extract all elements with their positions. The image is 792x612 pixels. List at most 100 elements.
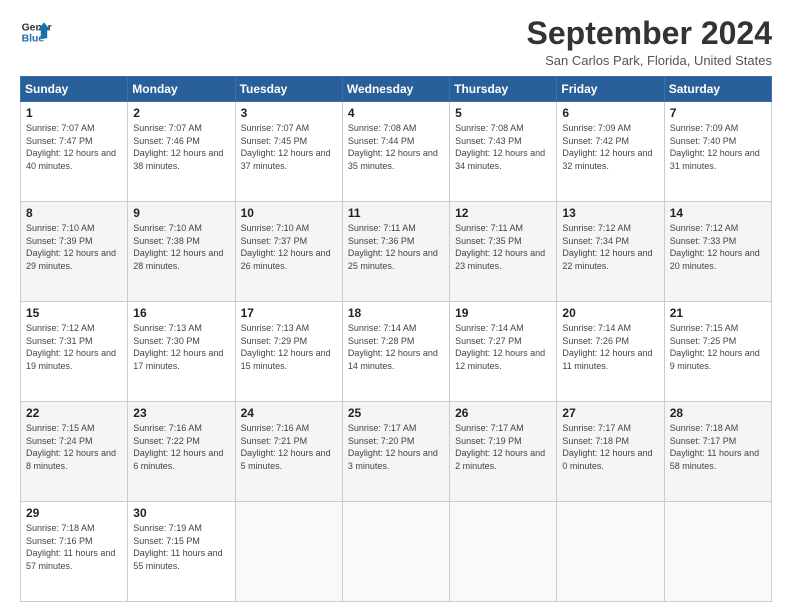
day-info: Sunrise: 7:14 AMSunset: 7:26 PMDaylight:…	[562, 323, 652, 371]
day-info: Sunrise: 7:07 AMSunset: 7:46 PMDaylight:…	[133, 123, 223, 171]
table-row: 19 Sunrise: 7:14 AMSunset: 7:27 PMDaylig…	[450, 302, 557, 402]
table-row: 8 Sunrise: 7:10 AMSunset: 7:39 PMDayligh…	[21, 202, 128, 302]
table-row: 7 Sunrise: 7:09 AMSunset: 7:40 PMDayligh…	[664, 102, 771, 202]
day-info: Sunrise: 7:16 AMSunset: 7:21 PMDaylight:…	[241, 423, 331, 471]
table-row	[342, 502, 449, 602]
table-row: 14 Sunrise: 7:12 AMSunset: 7:33 PMDaylig…	[664, 202, 771, 302]
calendar-week-row: 1 Sunrise: 7:07 AMSunset: 7:47 PMDayligh…	[21, 102, 772, 202]
day-number: 26	[455, 406, 551, 420]
calendar-header-row: Sunday Monday Tuesday Wednesday Thursday…	[21, 77, 772, 102]
day-info: Sunrise: 7:17 AMSunset: 7:20 PMDaylight:…	[348, 423, 438, 471]
table-row: 5 Sunrise: 7:08 AMSunset: 7:43 PMDayligh…	[450, 102, 557, 202]
day-number: 17	[241, 306, 337, 320]
day-number: 23	[133, 406, 229, 420]
calendar-week-row: 15 Sunrise: 7:12 AMSunset: 7:31 PMDaylig…	[21, 302, 772, 402]
day-number: 4	[348, 106, 444, 120]
day-info: Sunrise: 7:16 AMSunset: 7:22 PMDaylight:…	[133, 423, 223, 471]
table-row: 25 Sunrise: 7:17 AMSunset: 7:20 PMDaylig…	[342, 402, 449, 502]
day-info: Sunrise: 7:10 AMSunset: 7:37 PMDaylight:…	[241, 223, 331, 271]
location: San Carlos Park, Florida, United States	[527, 53, 772, 68]
day-info: Sunrise: 7:11 AMSunset: 7:35 PMDaylight:…	[455, 223, 545, 271]
col-tuesday: Tuesday	[235, 77, 342, 102]
day-info: Sunrise: 7:07 AMSunset: 7:45 PMDaylight:…	[241, 123, 331, 171]
calendar-week-row: 22 Sunrise: 7:15 AMSunset: 7:24 PMDaylig…	[21, 402, 772, 502]
day-number: 14	[670, 206, 766, 220]
table-row: 17 Sunrise: 7:13 AMSunset: 7:29 PMDaylig…	[235, 302, 342, 402]
table-row: 26 Sunrise: 7:17 AMSunset: 7:19 PMDaylig…	[450, 402, 557, 502]
day-info: Sunrise: 7:11 AMSunset: 7:36 PMDaylight:…	[348, 223, 438, 271]
table-row: 2 Sunrise: 7:07 AMSunset: 7:46 PMDayligh…	[128, 102, 235, 202]
day-number: 25	[348, 406, 444, 420]
calendar-table: Sunday Monday Tuesday Wednesday Thursday…	[20, 76, 772, 602]
table-row: 16 Sunrise: 7:13 AMSunset: 7:30 PMDaylig…	[128, 302, 235, 402]
day-number: 15	[26, 306, 122, 320]
table-row: 4 Sunrise: 7:08 AMSunset: 7:44 PMDayligh…	[342, 102, 449, 202]
table-row: 22 Sunrise: 7:15 AMSunset: 7:24 PMDaylig…	[21, 402, 128, 502]
table-row	[557, 502, 664, 602]
table-row: 3 Sunrise: 7:07 AMSunset: 7:45 PMDayligh…	[235, 102, 342, 202]
day-info: Sunrise: 7:14 AMSunset: 7:27 PMDaylight:…	[455, 323, 545, 371]
day-number: 16	[133, 306, 229, 320]
col-monday: Monday	[128, 77, 235, 102]
day-number: 21	[670, 306, 766, 320]
table-row: 20 Sunrise: 7:14 AMSunset: 7:26 PMDaylig…	[557, 302, 664, 402]
table-row	[235, 502, 342, 602]
day-number: 30	[133, 506, 229, 520]
day-info: Sunrise: 7:07 AMSunset: 7:47 PMDaylight:…	[26, 123, 116, 171]
day-number: 22	[26, 406, 122, 420]
day-number: 12	[455, 206, 551, 220]
day-info: Sunrise: 7:17 AMSunset: 7:19 PMDaylight:…	[455, 423, 545, 471]
day-info: Sunrise: 7:15 AMSunset: 7:24 PMDaylight:…	[26, 423, 116, 471]
col-wednesday: Wednesday	[342, 77, 449, 102]
day-info: Sunrise: 7:12 AMSunset: 7:34 PMDaylight:…	[562, 223, 652, 271]
day-number: 28	[670, 406, 766, 420]
day-info: Sunrise: 7:09 AMSunset: 7:40 PMDaylight:…	[670, 123, 760, 171]
day-number: 3	[241, 106, 337, 120]
day-info: Sunrise: 7:13 AMSunset: 7:30 PMDaylight:…	[133, 323, 223, 371]
day-info: Sunrise: 7:10 AMSunset: 7:39 PMDaylight:…	[26, 223, 116, 271]
day-number: 8	[26, 206, 122, 220]
day-number: 6	[562, 106, 658, 120]
day-number: 10	[241, 206, 337, 220]
table-row: 6 Sunrise: 7:09 AMSunset: 7:42 PMDayligh…	[557, 102, 664, 202]
table-row: 29 Sunrise: 7:18 AMSunset: 7:16 PMDaylig…	[21, 502, 128, 602]
table-row: 11 Sunrise: 7:11 AMSunset: 7:36 PMDaylig…	[342, 202, 449, 302]
day-info: Sunrise: 7:12 AMSunset: 7:31 PMDaylight:…	[26, 323, 116, 371]
day-number: 24	[241, 406, 337, 420]
table-row: 30 Sunrise: 7:19 AMSunset: 7:15 PMDaylig…	[128, 502, 235, 602]
day-info: Sunrise: 7:14 AMSunset: 7:28 PMDaylight:…	[348, 323, 438, 371]
calendar-week-row: 8 Sunrise: 7:10 AMSunset: 7:39 PMDayligh…	[21, 202, 772, 302]
day-number: 2	[133, 106, 229, 120]
col-friday: Friday	[557, 77, 664, 102]
col-thursday: Thursday	[450, 77, 557, 102]
day-info: Sunrise: 7:08 AMSunset: 7:44 PMDaylight:…	[348, 123, 438, 171]
table-row: 12 Sunrise: 7:11 AMSunset: 7:35 PMDaylig…	[450, 202, 557, 302]
day-info: Sunrise: 7:08 AMSunset: 7:43 PMDaylight:…	[455, 123, 545, 171]
day-info: Sunrise: 7:15 AMSunset: 7:25 PMDaylight:…	[670, 323, 760, 371]
day-number: 1	[26, 106, 122, 120]
table-row: 18 Sunrise: 7:14 AMSunset: 7:28 PMDaylig…	[342, 302, 449, 402]
day-number: 11	[348, 206, 444, 220]
month-title: September 2024	[527, 16, 772, 51]
day-number: 5	[455, 106, 551, 120]
table-row: 24 Sunrise: 7:16 AMSunset: 7:21 PMDaylig…	[235, 402, 342, 502]
day-number: 9	[133, 206, 229, 220]
table-row: 15 Sunrise: 7:12 AMSunset: 7:31 PMDaylig…	[21, 302, 128, 402]
table-row: 28 Sunrise: 7:18 AMSunset: 7:17 PMDaylig…	[664, 402, 771, 502]
day-info: Sunrise: 7:19 AMSunset: 7:15 PMDaylight:…	[133, 523, 222, 571]
day-info: Sunrise: 7:10 AMSunset: 7:38 PMDaylight:…	[133, 223, 223, 271]
logo: General Blue	[20, 16, 52, 48]
table-row: 23 Sunrise: 7:16 AMSunset: 7:22 PMDaylig…	[128, 402, 235, 502]
day-info: Sunrise: 7:18 AMSunset: 7:16 PMDaylight:…	[26, 523, 115, 571]
table-row: 13 Sunrise: 7:12 AMSunset: 7:34 PMDaylig…	[557, 202, 664, 302]
title-area: September 2024 San Carlos Park, Florida,…	[527, 16, 772, 68]
table-row: 9 Sunrise: 7:10 AMSunset: 7:38 PMDayligh…	[128, 202, 235, 302]
day-info: Sunrise: 7:12 AMSunset: 7:33 PMDaylight:…	[670, 223, 760, 271]
day-number: 18	[348, 306, 444, 320]
header: General Blue September 2024 San Carlos P…	[20, 16, 772, 68]
calendar-week-row: 29 Sunrise: 7:18 AMSunset: 7:16 PMDaylig…	[21, 502, 772, 602]
day-number: 7	[670, 106, 766, 120]
day-number: 19	[455, 306, 551, 320]
table-row	[664, 502, 771, 602]
table-row: 10 Sunrise: 7:10 AMSunset: 7:37 PMDaylig…	[235, 202, 342, 302]
